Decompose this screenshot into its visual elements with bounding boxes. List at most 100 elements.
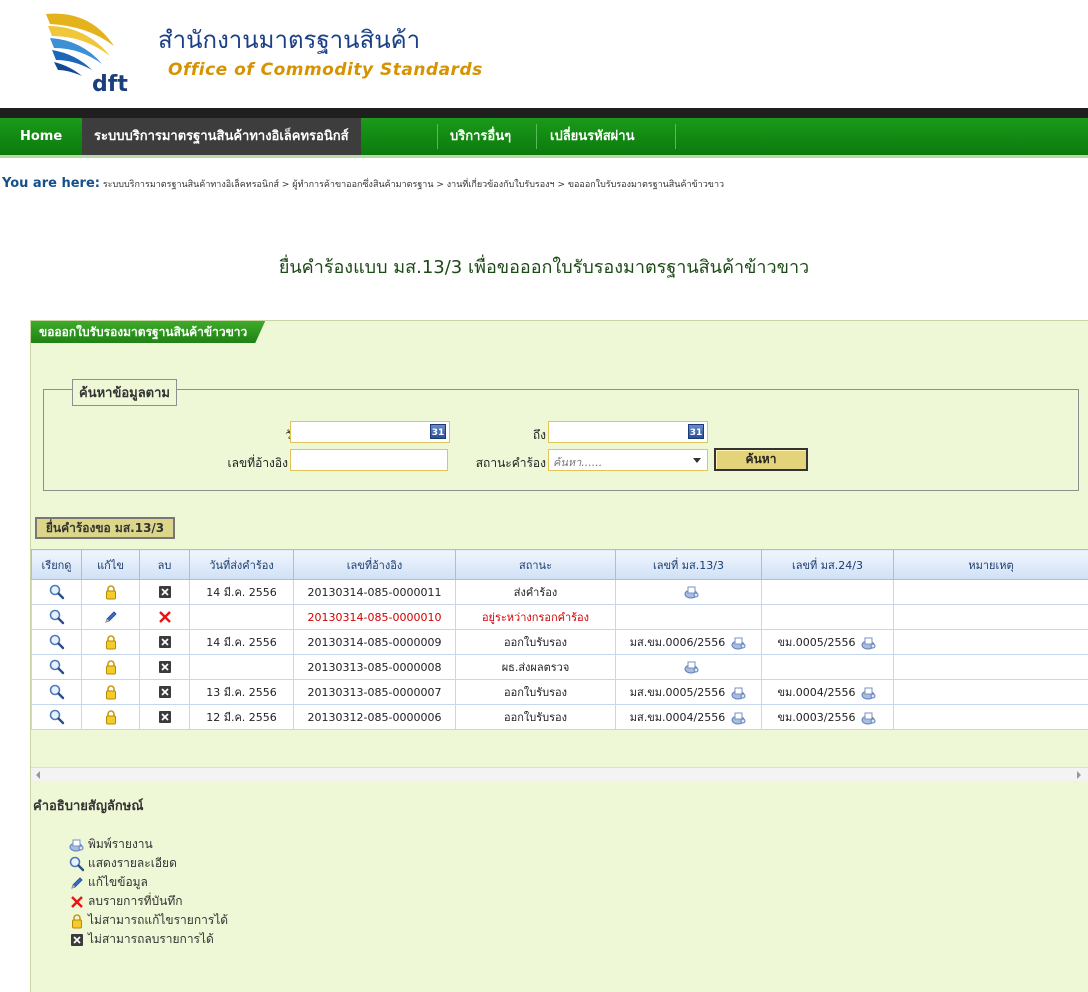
ms13-cell-value: มส.ขม.0006/2556 [629,636,726,649]
legend-item: ไม่สามารถลบรายการได้ [69,930,228,949]
status-cell: อยู่ระหว่างกรอกคำร้อง [455,604,616,630]
pencil-icon[interactable] [103,610,119,623]
request-table: เรียกดู แก้ไข ลบ วันที่ส่งคำร้อง เลขที่อ… [31,549,1088,730]
nav-e-service[interactable]: ระบบบริการมาตรฐานสินค้าทางอิเล็คทรอนิกส์ [82,118,361,155]
ms24-cell: ขม.0004/2556 [761,679,894,705]
note-cell [893,654,1088,680]
create-request-button[interactable]: ยื่นคำร้องขอ มส.13/3 [35,517,175,539]
delete-cell [139,604,190,630]
logo-text: dft [92,72,128,97]
ref-no-cell: 20130312-085-0000006 [293,704,456,730]
magnifier-icon[interactable] [49,609,65,625]
edit-cell [81,679,140,705]
ms13-cell: มส.ขม.0004/2556 [615,704,762,730]
legend-item: ลบรายการที่บันทึก [69,892,228,911]
main-nav: Home ระบบบริการมาตรฐานสินค้าทางอิเล็คทรอ… [0,108,1088,158]
submit-date-cell [189,654,294,680]
status-select[interactable]: ค้นหา...... [548,449,708,471]
red-x-icon [69,894,88,908]
magnifier-icon[interactable] [49,659,65,675]
printer-icon[interactable] [678,660,700,674]
pencil-icon [69,875,88,889]
ref-no-cell: 20130313-085-0000008 [293,654,456,680]
x-box-icon [157,710,173,723]
table-row: 14 มี.ค. 2556 20130314-085-0000009 ออกใบรั… [31,629,1088,655]
col-header: เรียกดู [31,549,82,580]
delete-cell [139,704,190,730]
printer-icon[interactable] [855,636,877,650]
lock-icon [103,660,119,675]
printer-icon[interactable] [725,636,747,650]
col-header: สถานะ [455,549,616,580]
col-header: แก้ไข [81,549,140,580]
search-button[interactable]: ค้นหา [714,448,808,471]
magnifier-icon[interactable] [49,684,65,700]
status-cell: ออกใบรับรอง [455,704,616,730]
ref-no-input[interactable] [290,449,448,471]
calendar-icon[interactable]: 31 [688,424,704,439]
submit-date-cell: 13 มี.ค. 2556 [189,679,294,705]
legend-item: แสดงรายละเอียด [69,854,228,873]
printer-icon[interactable] [855,686,877,700]
org-name-english: Office of Commodity Standards [168,60,483,80]
date-to-input[interactable]: 31 [548,421,708,443]
horizontal-scrollbar[interactable] [31,767,1088,781]
view-cell [31,654,82,680]
edit-cell [81,579,140,605]
table-header-row: เรียกดู แก้ไข ลบ วันที่ส่งคำร้อง เลขที่อ… [31,549,1088,580]
submit-date-cell: 14 มี.ค. 2556 [189,579,294,605]
status-cell: ออกใบรับรอง [455,629,616,655]
col-header: เลขที่ มส.24/3 [761,549,894,580]
printer-icon[interactable] [855,711,877,725]
magnifier-icon[interactable] [49,584,65,600]
printer-icon[interactable] [725,686,747,700]
ms13-cell-value: มส.ขม.0005/2556 [629,686,726,699]
edit-cell [81,654,140,680]
col-header: ลบ [139,549,190,580]
breadcrumb: You are here: ระบบบริการมาตรฐานสินค้าทาง… [0,176,1088,200]
edit-cell [81,604,140,630]
legend-label: แสดงรายละเอียด [88,856,177,870]
view-cell [31,579,82,605]
ref-no-cell: 20130314-085-0000011 [293,579,456,605]
search-legend: ค้นหาข้อมูลตาม [72,379,177,406]
legend-label: แก้ไขข้อมูล [88,875,148,889]
lock-icon [103,710,119,725]
note-cell [893,579,1088,605]
breadcrumb-path[interactable]: ระบบบริการมาตรฐานสินค้าทางอิเล็คทรอนิกส์… [103,180,724,190]
panel-tab: ขอออกใบรับรองมาตรฐานสินค้าข้าวขาว [31,321,265,343]
note-cell [893,629,1088,655]
ms13-cell: มส.ขม.0005/2556 [615,679,762,705]
legend-item: พิมพ์รายงาน [69,835,228,854]
date-from-input[interactable]: 31 [290,421,450,443]
ms24-cell-value: ขม.0005/2556 [777,636,856,649]
submit-date-cell: 14 มี.ค. 2556 [189,629,294,655]
status-cell: ส่งคำร้อง [455,579,616,605]
x-box-icon [157,660,173,673]
nav-other-services[interactable]: บริการอื่นๆ [438,118,523,155]
page-title: ยื่นคำร้องแบบ มส.13/3 เพื่อขอออกใบรับรอง… [278,257,810,278]
view-cell [31,604,82,630]
magnifier-icon[interactable] [49,709,65,725]
printer-icon[interactable] [678,585,700,599]
submit-date-cell: 12 มี.ค. 2556 [189,704,294,730]
red-x-icon[interactable] [157,610,173,623]
delete-cell [139,579,190,605]
nav-home[interactable]: Home [8,118,74,155]
ms24-cell [761,654,894,680]
x-box-icon [157,585,173,598]
view-cell [31,704,82,730]
lock-icon [69,913,88,928]
magnifier-icon[interactable] [49,634,65,650]
nav-change-password[interactable]: เปลี่ยนรหัสผ่าน [538,118,646,155]
legend-item: ไม่สามารถแก้ไขรายการได้ [69,911,228,930]
lock-icon [103,635,119,650]
table-row: 14 มี.ค. 2556 20130314-085-0000011 ส่งคำร้… [31,579,1088,605]
ms24-cell: ขม.0003/2556 [761,704,894,730]
calendar-icon[interactable]: 31 [430,424,446,439]
printer-icon[interactable] [725,711,747,725]
table-row: 20130314-085-0000010 อยู่ระหว่างกรอกคำร้อ… [31,604,1088,630]
ms13-cell [615,579,762,605]
submit-date-cell [189,604,294,630]
legend-list: พิมพ์รายงานแสดงรายละเอียดแก้ไขข้อมูลลบรา… [69,835,228,949]
